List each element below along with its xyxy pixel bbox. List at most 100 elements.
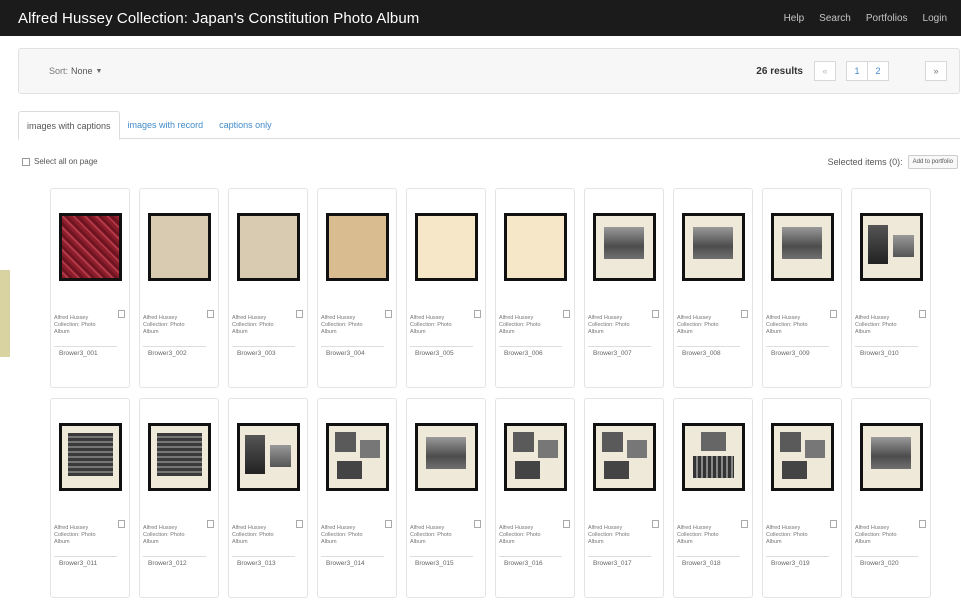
select-item-checkbox[interactable] <box>830 520 837 528</box>
result-card[interactable]: Alfred Hussey Collection: Photo Album Browe… <box>673 398 753 598</box>
thumbnail-image[interactable] <box>326 423 389 491</box>
result-card[interactable]: Alfred Hussey Collection: Photo Album Browe… <box>50 188 130 388</box>
result-card[interactable]: Alfred Hussey Collection: Photo Album Browe… <box>406 188 486 388</box>
select-all-checkbox[interactable] <box>22 157 30 166</box>
select-item-checkbox[interactable] <box>385 520 392 528</box>
result-card[interactable]: Alfred Hussey Collection: Photo Album Browe… <box>317 398 397 598</box>
result-card[interactable]: Alfred Hussey Collection: Photo Album Browe… <box>495 188 575 388</box>
card-title[interactable]: Alfred Hussey Collection: Photo Album <box>855 315 915 336</box>
thumbnail-image[interactable] <box>59 423 122 491</box>
thumbnail-image[interactable] <box>326 213 389 281</box>
result-card[interactable]: Alfred Hussey Collection: Photo Album Browe… <box>228 398 308 598</box>
result-card[interactable]: Alfred Hussey Collection: Photo Album Browe… <box>406 398 486 598</box>
select-item-checkbox[interactable] <box>385 310 392 318</box>
thumbnail-image[interactable] <box>771 213 834 281</box>
select-item-checkbox[interactable] <box>563 310 570 318</box>
card-title[interactable]: Alfred Hussey Collection: Photo Album <box>410 315 470 336</box>
select-item-checkbox[interactable] <box>296 520 303 528</box>
nav-search-link[interactable]: Search <box>819 13 851 24</box>
tab-images-with-captions[interactable]: images with captions <box>18 111 120 140</box>
pagination-page-2[interactable]: 2 <box>867 61 889 81</box>
thumbnail-image[interactable] <box>504 423 567 491</box>
card-title[interactable]: Alfred Hussey Collection: Photo Album <box>143 525 203 546</box>
result-card[interactable]: Alfred Hussey Collection: Photo Album Browe… <box>584 398 664 598</box>
nav-help-link[interactable]: Help <box>784 13 805 24</box>
thumbnail-image[interactable] <box>771 423 834 491</box>
select-item-checkbox[interactable] <box>207 310 214 318</box>
select-item-checkbox[interactable] <box>474 520 481 528</box>
select-item-checkbox[interactable] <box>652 520 659 528</box>
thumbnail-image[interactable] <box>860 423 923 491</box>
card-title[interactable]: Alfred Hussey Collection: Photo Album <box>766 315 826 336</box>
card-title[interactable]: Alfred Hussey Collection: Photo Album <box>321 525 381 546</box>
card-title[interactable]: Alfred Hussey Collection: Photo Album <box>677 315 737 336</box>
result-card[interactable]: Alfred Hussey Collection: Photo Album Browe… <box>228 188 308 388</box>
select-item-checkbox[interactable] <box>118 520 125 528</box>
thumbnail-image[interactable] <box>860 213 923 281</box>
result-card[interactable]: Alfred Hussey Collection: Photo Album Browe… <box>50 398 130 598</box>
select-item-checkbox[interactable] <box>652 310 659 318</box>
thumbnail-image[interactable] <box>59 213 122 281</box>
add-to-portfolio-button[interactable]: Add to portfolio <box>907 155 958 169</box>
select-item-checkbox[interactable] <box>830 310 837 318</box>
card-title[interactable]: Alfred Hussey Collection: Photo Album <box>499 525 559 546</box>
card-title[interactable]: Alfred Hussey Collection: Photo Album <box>677 525 737 546</box>
thumbnail-image[interactable] <box>682 213 745 281</box>
card-title[interactable]: Alfred Hussey Collection: Photo Album <box>499 315 559 336</box>
thumbnail-image[interactable] <box>148 213 211 281</box>
result-card[interactable]: Alfred Hussey Collection: Photo Album Browe… <box>495 398 575 598</box>
card-title[interactable]: Alfred Hussey Collection: Photo Album <box>54 315 114 336</box>
thumbnail-image[interactable] <box>593 423 656 491</box>
pagination-next[interactable]: » <box>925 61 947 81</box>
thumbnail-image[interactable] <box>593 213 656 281</box>
thumbnail-image[interactable] <box>504 213 567 281</box>
select-all-row: Select all on page <box>22 157 98 166</box>
select-item-checkbox[interactable] <box>207 520 214 528</box>
select-item-checkbox[interactable] <box>919 520 926 528</box>
card-title[interactable]: Alfred Hussey Collection: Photo Album <box>321 315 381 336</box>
card-title[interactable]: Alfred Hussey Collection: Photo Album <box>766 525 826 546</box>
card-title[interactable]: Alfred Hussey Collection: Photo Album <box>54 525 114 546</box>
thumbnail-image[interactable] <box>415 423 478 491</box>
select-item-checkbox[interactable] <box>919 310 926 318</box>
nav-login-link[interactable]: Login <box>923 13 947 24</box>
result-card[interactable]: Alfred Hussey Collection: Photo Album Browe… <box>139 188 219 388</box>
select-item-checkbox[interactable] <box>741 520 748 528</box>
card-title[interactable]: Alfred Hussey Collection: Photo Album <box>410 525 470 546</box>
view-tabs: images with captions images with record … <box>18 111 960 140</box>
result-card[interactable]: Alfred Hussey Collection: Photo Album Browe… <box>762 188 842 388</box>
result-card[interactable]: Alfred Hussey Collection: Photo Album Browe… <box>139 398 219 598</box>
sort-dropdown[interactable]: Sort: None ▼ <box>49 66 102 76</box>
select-item-checkbox[interactable] <box>474 310 481 318</box>
card-title[interactable]: Alfred Hussey Collection: Photo Album <box>232 315 292 336</box>
card-title[interactable]: Alfred Hussey Collection: Photo Album <box>855 525 915 546</box>
result-card[interactable]: Alfred Hussey Collection: Photo Album Browe… <box>851 398 931 598</box>
sort-label: Sort: <box>49 66 69 76</box>
thumbnail-image[interactable] <box>237 213 300 281</box>
tab-images-with-record[interactable]: images with record <box>120 111 212 139</box>
select-item-checkbox[interactable] <box>741 310 748 318</box>
select-item-checkbox[interactable] <box>118 310 125 318</box>
card-title[interactable]: Alfred Hussey Collection: Photo Album <box>232 525 292 546</box>
select-item-checkbox[interactable] <box>563 520 570 528</box>
divider <box>143 556 206 557</box>
card-title[interactable]: Alfred Hussey Collection: Photo Album <box>588 315 648 336</box>
card-title[interactable]: Alfred Hussey Collection: Photo Album <box>588 525 648 546</box>
result-card[interactable]: Alfred Hussey Collection: Photo Album Browe… <box>762 398 842 598</box>
result-card[interactable]: Alfred Hussey Collection: Photo Album Browe… <box>584 188 664 388</box>
thumbnail-image[interactable] <box>682 423 745 491</box>
nav-portfolios-link[interactable]: Portfolios <box>866 13 908 24</box>
result-card[interactable]: Alfred Hussey Collection: Photo Album Browe… <box>317 188 397 388</box>
result-card[interactable]: Alfred Hussey Collection: Photo Album Browe… <box>851 188 931 388</box>
thumbnail-image[interactable] <box>148 423 211 491</box>
result-card[interactable]: Alfred Hussey Collection: Photo Album Browe… <box>673 188 753 388</box>
pagination-page-1[interactable]: 1 <box>846 61 868 81</box>
side-feedback-tab[interactable] <box>0 270 10 357</box>
card-title[interactable]: Alfred Hussey Collection: Photo Album <box>143 315 203 336</box>
thumbnail-image[interactable] <box>415 213 478 281</box>
thumbnail-image[interactable] <box>237 423 300 491</box>
item-identifier: Brower3_019 <box>771 560 810 567</box>
select-item-checkbox[interactable] <box>296 310 303 318</box>
tab-captions-only[interactable]: captions only <box>211 111 280 139</box>
pagination-prev[interactable]: « <box>814 61 836 81</box>
